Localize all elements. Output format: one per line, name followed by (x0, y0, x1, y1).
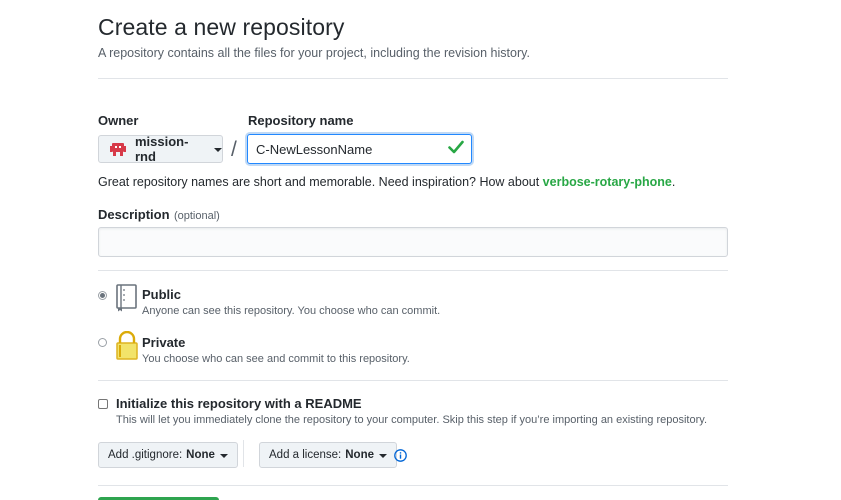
license-value: None (345, 449, 374, 461)
name-suggestion-link[interactable]: verbose-rotary-phone (543, 175, 672, 189)
public-title: Public (142, 287, 182, 302)
organization-avatar-icon (109, 141, 127, 157)
gitignore-select-button[interactable]: Add .gitignore: None (98, 442, 238, 468)
hint-end: . (671, 175, 676, 189)
repo-book-icon (115, 284, 139, 317)
chevron-down-icon (219, 454, 228, 458)
description-label: Description (optional) (98, 206, 220, 224)
gitignore-value: None (186, 449, 215, 461)
readme-note: This will let you immediately clone the … (116, 414, 707, 426)
chevron-down-icon (379, 454, 387, 458)
repo-name-hint: Great repository names are short and mem… (98, 175, 675, 189)
owner-select-button[interactable]: mission-rnd (98, 134, 223, 164)
gitignore-label: Add .gitignore: (108, 449, 183, 461)
public-radio[interactable] (98, 291, 107, 300)
page-subtitle: A repository contains all the files for … (98, 46, 530, 60)
owner-name: mission-rnd (135, 134, 189, 164)
private-note: You choose who can see and commit to thi… (142, 353, 410, 365)
selector-divider (243, 440, 244, 467)
private-title: Private (142, 335, 186, 350)
footer-divider (98, 485, 728, 486)
visibility-divider (98, 380, 728, 381)
hint-text: Great repository names are short and mem… (98, 175, 543, 189)
description-label-text: Description (98, 207, 170, 222)
chevron-down-icon (214, 148, 222, 152)
page-title: Create a new repository (98, 14, 345, 40)
info-icon[interactable] (394, 449, 407, 467)
public-note: Anyone can see this repository. You choo… (142, 305, 441, 317)
license-label: Add a license: (269, 449, 342, 461)
owner-label: Owner (98, 113, 139, 128)
owner-repo-separator: / (231, 138, 237, 161)
description-divider (98, 270, 728, 271)
repo-name-label: Repository name (248, 113, 354, 128)
lock-icon (115, 330, 139, 366)
repo-name-input[interactable] (247, 134, 472, 164)
checkmark-icon (448, 140, 464, 159)
private-radio[interactable] (98, 338, 107, 347)
readme-title: Initialize this repository with a README (116, 396, 362, 411)
readme-checkbox[interactable] (98, 399, 108, 409)
header-divider (98, 78, 728, 79)
description-optional: (optional) (173, 210, 220, 222)
license-select-button[interactable]: Add a license: None (259, 442, 397, 468)
description-input[interactable] (98, 227, 728, 257)
